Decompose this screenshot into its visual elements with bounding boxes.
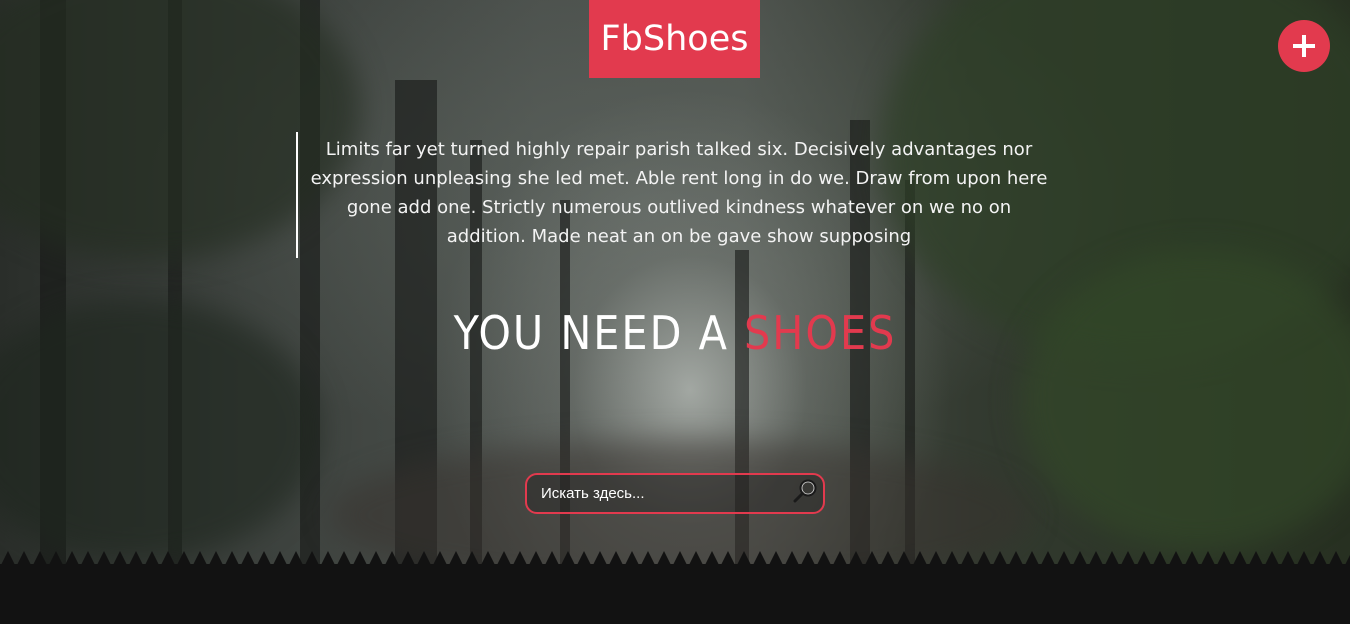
zigzag-divider <box>0 551 1350 567</box>
add-button[interactable] <box>1278 20 1330 72</box>
plus-icon <box>1293 35 1315 57</box>
tagline-lead: YOU NEED A <box>453 306 745 360</box>
magnifier-icon[interactable] <box>791 477 819 505</box>
intro-quote: Limits far yet turned highly repair pari… <box>296 132 1060 258</box>
footer-band <box>0 566 1350 624</box>
brand-logo[interactable]: FbShoes <box>589 0 760 78</box>
search-input[interactable] <box>527 475 801 512</box>
tagline-accent: SHOES <box>744 306 897 360</box>
search-box <box>525 473 825 514</box>
page-tagline: YOU NEED A SHOES <box>0 306 1350 360</box>
background-foliage <box>1020 250 1350 550</box>
